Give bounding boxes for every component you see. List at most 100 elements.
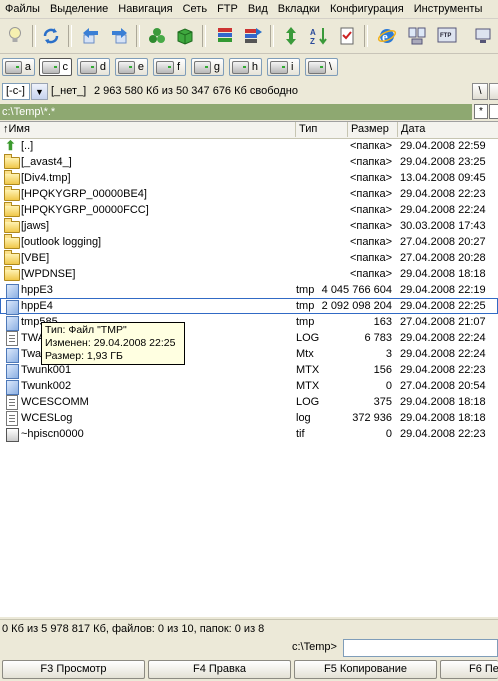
folder-row[interactable]: [HPQKYGRP_00000FCC] <папка> 29.04.2008 22:… [0, 202, 498, 218]
file-size: 0 [385, 428, 392, 440]
file-size: <папка> [349, 188, 392, 200]
drive-button-f[interactable]: f [153, 58, 186, 76]
drive-button-c[interactable]: c [39, 58, 72, 76]
root-dir-button[interactable]: \ [472, 83, 488, 100]
refresh-icon[interactable] [38, 23, 64, 49]
file-ext: tmp [296, 316, 315, 328]
tooltip-modified: Изменен: 29.04.2008 22:25 [45, 337, 176, 349]
drive-combo[interactable]: [-c-] [2, 83, 30, 100]
menu-network[interactable]: Сеть [178, 0, 212, 18]
folder-row[interactable]: [HPQKYGRP_00000BE4] <папка> 29.04.2008 22:… [0, 186, 498, 202]
drive-button-h[interactable]: h [229, 58, 262, 76]
svg-text:FTP: FTP [440, 33, 451, 39]
column-header-date[interactable]: Дата [398, 122, 498, 137]
pack-icon[interactable] [144, 23, 170, 49]
file-date: 29.04.2008 23:25 [400, 156, 486, 168]
file-date: 13.04.2008 09:45 [400, 172, 486, 184]
menu-files[interactable]: Файлы [0, 0, 45, 18]
parent-folder-icon: ⬆ [5, 138, 16, 153]
file-tooltip: Тип: Файл "TMP" Изменен: 29.04.2008 22:2… [41, 322, 185, 365]
menu-tools[interactable]: Инструменты [409, 0, 488, 18]
file-row[interactable]: WCESCOMM LOG 375 29.04.2008 18:18 [0, 394, 498, 410]
lightbulb-icon[interactable] [2, 23, 28, 49]
file-date: 29.04.2008 22:24 [400, 204, 486, 216]
file-row[interactable]: ~hpiscn0000 tif 0 29.04.2008 22:23 [0, 426, 498, 442]
internet-explorer-icon[interactable]: e [374, 23, 400, 49]
books-icon[interactable] [212, 23, 238, 49]
file-ext: tif [296, 428, 305, 440]
file-name: WCESCOMM [21, 396, 89, 408]
file-size: <папка> [349, 268, 392, 280]
function-key-bar: F3 Просмотр F4 Правка F5 Копирование F6 … [0, 659, 498, 681]
file-size: <папка> [349, 236, 392, 248]
file-date: 29.04.2008 22:23 [400, 188, 486, 200]
folder-row[interactable]: [_avast4_] <папка> 29.04.2008 23:25 [0, 154, 498, 170]
command-line-input[interactable] [343, 639, 498, 657]
command-line: c:\Temp> [0, 638, 498, 658]
menu-bar: Файлы Выделение Навигация Сеть FTP Вид Вкладки… [0, 0, 498, 19]
folder-row[interactable]: [Div4.tmp] <папка> 13.04.2008 09:45 [0, 170, 498, 186]
f3-view-button[interactable]: F3 Просмотр [2, 660, 145, 679]
folder-row[interactable]: [outlook logging] <папка> 27.04.2008 20:27 [0, 234, 498, 250]
folder-row[interactable]: ⬆ [..] <папка> 29.04.2008 22:59 [0, 138, 498, 154]
folder-icon [4, 234, 20, 249]
drive-button-e[interactable]: e [115, 58, 148, 76]
books-export-icon[interactable] [240, 23, 266, 49]
drive-button-i[interactable]: i [267, 58, 300, 76]
f4-edit-button[interactable]: F4 Правка [148, 660, 291, 679]
folder-row[interactable]: [jaws] <папка> 30.03.2008 17:43 [0, 218, 498, 234]
f6-move-button[interactable]: F6 Перемещение [440, 660, 498, 679]
folder-row[interactable]: [VBE] <папка> 27.04.2008 20:28 [0, 250, 498, 266]
network-drive-icon [308, 60, 326, 74]
file-panel[interactable]: ↑Имя Тип Размер Дата ⬆ [..] <папка> 29.04.2… [0, 121, 498, 617]
menu-view[interactable]: Вид [243, 0, 273, 18]
menu-selection[interactable]: Выделение [45, 0, 113, 18]
forward-arrow-icon[interactable] [106, 23, 132, 49]
volume-label: [_нет_] [51, 85, 87, 97]
file-row[interactable]: Twunk002 MTX 0 27.04.2008 20:54 [0, 378, 498, 395]
menu-tabs[interactable]: Вкладки [273, 0, 325, 18]
file-name: hppE3 [21, 284, 53, 296]
ftp-icon[interactable]: FTP [434, 23, 460, 49]
drive-button-d[interactable]: d [77, 58, 110, 76]
drive-button-a[interactable]: a [2, 58, 35, 76]
menu-navigation[interactable]: Навигация [113, 0, 177, 18]
file-date: 27.04.2008 20:27 [400, 236, 486, 248]
file-date: 27.04.2008 21:07 [400, 316, 486, 328]
f5-copy-button[interactable]: F5 Копирование [294, 660, 437, 679]
menu-ftp[interactable]: FTP [212, 0, 243, 18]
free-space-text: 2 963 580 Кб из 50 347 676 Кб свободно [94, 85, 298, 97]
parent-dir-button[interactable] [489, 83, 498, 100]
file-size: 163 [373, 316, 392, 328]
sort-az-icon[interactable]: AZ [306, 23, 332, 49]
drive-bar: a c d e f g h i \ [0, 55, 498, 79]
file-row[interactable]: WCESLog log 372 936 29.04.2008 18:18 [0, 410, 498, 426]
file-date: 29.04.2008 22:25 [400, 300, 486, 312]
column-header-ext[interactable]: Тип [296, 122, 348, 137]
history-button[interactable]: * [474, 104, 488, 119]
checklist-icon[interactable] [334, 23, 360, 49]
ftp-connect-icon[interactable] [470, 23, 496, 49]
file-row[interactable]: hppE3 tmp 4 045 766 604 29.04.2008 22:19 [0, 282, 498, 299]
toolbar: AZ e FTP [0, 19, 498, 54]
current-path[interactable]: c:\Temp\*.* [0, 104, 472, 120]
floppy-drive-icon [5, 60, 22, 74]
drive-button-g[interactable]: g [191, 58, 224, 76]
menu-configuration[interactable]: Конфигурация [325, 0, 409, 18]
compare-dirs-icon[interactable] [404, 23, 430, 49]
drive-button-network[interactable]: \ [305, 58, 338, 76]
column-header-name[interactable]: ↑Имя [0, 122, 296, 137]
back-arrow-icon[interactable] [78, 23, 104, 49]
hotlist-button[interactable] [489, 104, 498, 119]
file-icon [4, 315, 19, 331]
sort-updown-icon[interactable] [278, 23, 304, 49]
folder-row[interactable]: [WPDNSE] <папка> 29.04.2008 18:18 [0, 266, 498, 282]
svg-text:A: A [310, 28, 316, 37]
file-row[interactable]: hppE4 tmp 2 092 098 204 29.04.2008 22:25 [0, 298, 498, 315]
unpack-icon[interactable] [172, 23, 198, 49]
file-size: 3 [385, 348, 392, 360]
file-name: hppE4 [21, 300, 53, 312]
toolbar-separator [364, 25, 368, 47]
chevron-down-icon[interactable]: ▼ [31, 83, 48, 100]
column-header-size[interactable]: Размер [348, 122, 398, 137]
